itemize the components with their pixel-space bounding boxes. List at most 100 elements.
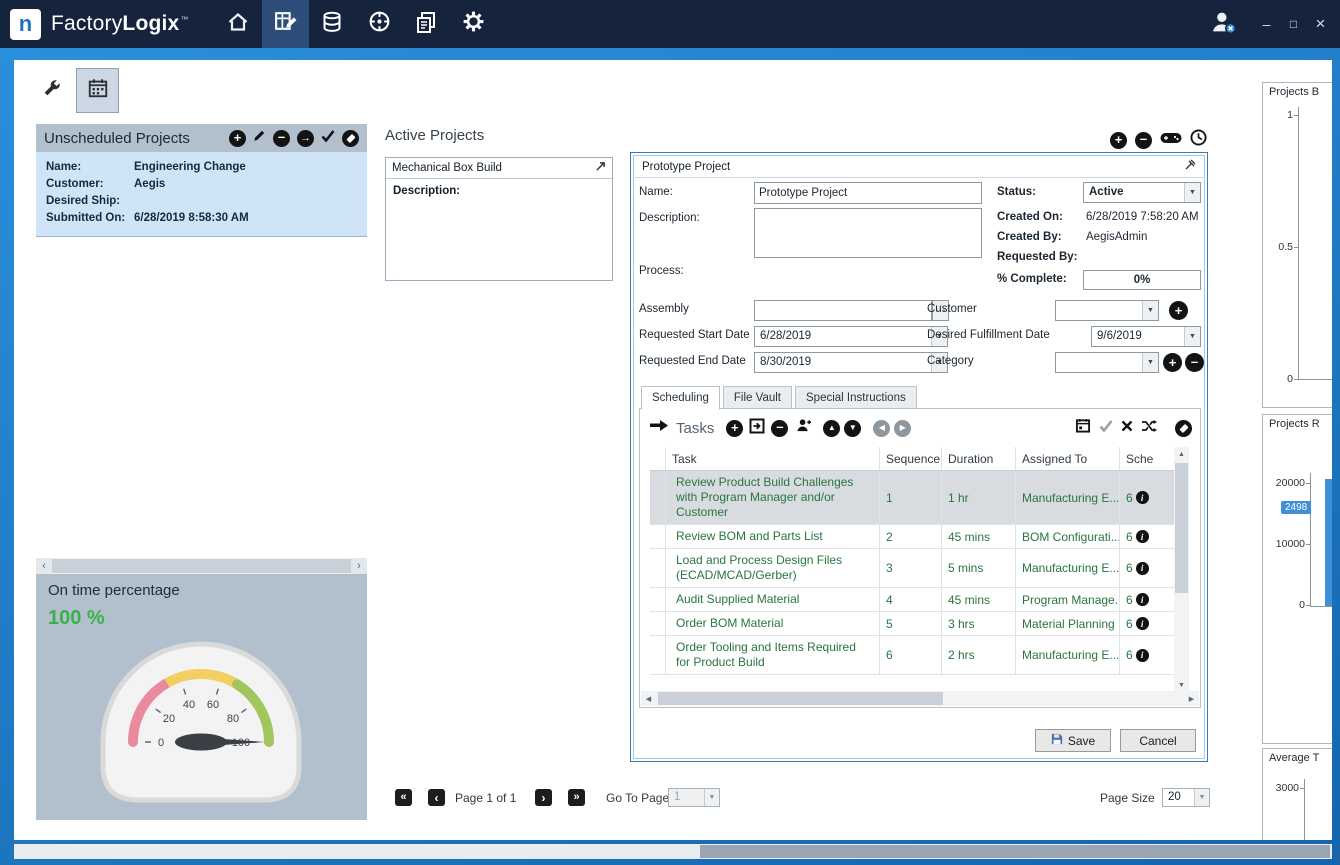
scroll-right-icon[interactable] bbox=[351, 558, 367, 574]
remove-active-project-icon[interactable] bbox=[1135, 132, 1152, 149]
chevron-down-icon[interactable] bbox=[1184, 183, 1200, 202]
schedule-task-icon[interactable] bbox=[1075, 418, 1091, 438]
tasks-horizontal-scrollbar[interactable] bbox=[641, 691, 1199, 706]
chart-bar[interactable] bbox=[1325, 479, 1332, 606]
app-horizontal-scrollbar[interactable] bbox=[14, 844, 1332, 859]
previous-page-button[interactable] bbox=[428, 789, 445, 806]
import-tasks-icon[interactable] bbox=[749, 418, 765, 439]
add-active-project-icon[interactable] bbox=[1110, 132, 1127, 149]
goto-page-input[interactable]: 1 bbox=[668, 788, 720, 807]
pin-icon[interactable] bbox=[1184, 158, 1196, 176]
info-icon[interactable] bbox=[1136, 617, 1149, 630]
next-page-button[interactable] bbox=[535, 789, 552, 806]
chevron-down-icon[interactable] bbox=[1142, 301, 1158, 320]
assembly-input[interactable] bbox=[754, 300, 932, 321]
info-icon[interactable] bbox=[1136, 649, 1149, 662]
maximize-button[interactable] bbox=[1280, 10, 1307, 38]
wizard-icon[interactable] bbox=[1160, 131, 1182, 150]
requested-start-dropdown[interactable]: 6/28/2019 bbox=[754, 326, 948, 347]
add-customer-icon[interactable] bbox=[1169, 301, 1188, 320]
column-sequence[interactable]: Sequence bbox=[880, 447, 942, 470]
first-page-button[interactable] bbox=[395, 789, 412, 806]
tab-scheduling-module[interactable] bbox=[76, 68, 119, 113]
column-scheduled[interactable]: Sche bbox=[1120, 447, 1174, 470]
remove-project-icon[interactable] bbox=[273, 130, 290, 147]
user-account-icon[interactable] bbox=[1209, 8, 1237, 41]
table-row[interactable]: Load and Process Design Files (ECAD/MCAD… bbox=[650, 549, 1174, 588]
table-row[interactable]: Review BOM and Parts List245 minsBOM Con… bbox=[650, 525, 1174, 549]
scroll-left-icon[interactable] bbox=[641, 691, 656, 706]
nav-home[interactable] bbox=[215, 0, 262, 48]
project-card[interactable]: Mechanical Box Build Description: bbox=[385, 157, 613, 281]
outdent-task-icon[interactable] bbox=[873, 420, 890, 437]
tab-setup[interactable] bbox=[30, 68, 73, 113]
info-icon[interactable] bbox=[1136, 593, 1149, 606]
scrollbar-thumb[interactable] bbox=[1175, 463, 1188, 593]
nav-documents[interactable] bbox=[403, 0, 450, 48]
move-task-down-icon[interactable] bbox=[844, 420, 861, 437]
add-category-icon[interactable] bbox=[1163, 353, 1182, 372]
close-button[interactable] bbox=[1307, 10, 1334, 38]
column-duration[interactable]: Duration bbox=[942, 447, 1016, 470]
table-row[interactable]: Order Tooling and Items Required for Pro… bbox=[650, 636, 1174, 675]
tab-special-instructions[interactable]: Special Instructions bbox=[795, 386, 917, 409]
fulfillment-date-dropdown[interactable]: 9/6/2019 bbox=[1091, 326, 1201, 347]
assign-user-icon[interactable] bbox=[796, 418, 811, 438]
chevron-down-icon[interactable] bbox=[1194, 789, 1209, 806]
nav-production[interactable] bbox=[356, 0, 403, 48]
category-dropdown[interactable] bbox=[1055, 352, 1159, 373]
info-icon[interactable] bbox=[1136, 491, 1149, 504]
nav-material[interactable] bbox=[309, 0, 356, 48]
tab-file-vault[interactable]: File Vault bbox=[723, 386, 792, 409]
accept-icon[interactable] bbox=[321, 129, 335, 147]
edit-project-icon[interactable] bbox=[253, 129, 266, 147]
add-project-icon[interactable] bbox=[229, 130, 246, 147]
tab-scheduling[interactable]: Scheduling bbox=[641, 386, 720, 410]
move-task-up-icon[interactable] bbox=[823, 420, 840, 437]
scroll-up-icon[interactable] bbox=[1174, 447, 1189, 462]
scroll-left-icon[interactable] bbox=[36, 558, 52, 574]
column-task[interactable]: Task bbox=[666, 447, 880, 470]
remove-task-icon[interactable] bbox=[771, 420, 788, 437]
scrollbar-thumb[interactable] bbox=[700, 845, 1330, 858]
chevron-down-icon[interactable] bbox=[1184, 327, 1200, 346]
nav-settings[interactable] bbox=[450, 0, 497, 48]
requested-end-dropdown[interactable]: 8/30/2019 bbox=[754, 352, 948, 373]
name-input[interactable] bbox=[754, 182, 982, 204]
column-assigned-to[interactable]: Assigned To bbox=[1016, 447, 1120, 470]
list-horizontal-scrollbar[interactable] bbox=[36, 558, 367, 574]
gauge-tick-label: 40 bbox=[183, 699, 195, 711]
table-row[interactable]: Review Product Build Challenges with Pro… bbox=[650, 471, 1174, 525]
requested-start-label: Requested Start Date bbox=[639, 329, 750, 341]
table-row[interactable]: Audit Supplied Material445 minsProgram M… bbox=[650, 588, 1174, 612]
page-size-dropdown[interactable]: 20 bbox=[1162, 788, 1210, 807]
description-input[interactable] bbox=[754, 208, 982, 258]
customer-dropdown[interactable] bbox=[1055, 300, 1159, 321]
schedule-project-icon[interactable] bbox=[297, 130, 314, 147]
nav-planning[interactable] bbox=[262, 0, 309, 48]
scroll-right-icon[interactable] bbox=[1184, 691, 1199, 706]
remove-category-icon[interactable] bbox=[1185, 353, 1204, 372]
add-task-icon[interactable] bbox=[726, 420, 743, 437]
unschedule-icon[interactable] bbox=[1121, 419, 1133, 437]
expand-icon[interactable] bbox=[595, 159, 606, 177]
status-dropdown[interactable]: Active bbox=[1083, 182, 1201, 203]
confirm-icon[interactable] bbox=[1099, 419, 1113, 437]
indent-task-icon[interactable] bbox=[894, 420, 911, 437]
history-clock-icon[interactable] bbox=[1190, 129, 1207, 151]
clear-icon[interactable] bbox=[342, 130, 359, 147]
clear-schedule-icon[interactable] bbox=[1175, 420, 1192, 437]
info-icon[interactable] bbox=[1136, 530, 1149, 543]
table-row[interactable]: Order BOM Material53 hrsMaterial Plannin… bbox=[650, 612, 1174, 636]
cancel-button[interactable]: Cancel bbox=[1120, 729, 1196, 752]
tasks-vertical-scrollbar[interactable] bbox=[1174, 447, 1189, 693]
info-icon[interactable] bbox=[1136, 562, 1149, 575]
auto-schedule-icon[interactable] bbox=[1141, 419, 1157, 438]
list-item[interactable]: Name:Engineering Change Customer:Aegis D… bbox=[36, 152, 367, 237]
minimize-button[interactable] bbox=[1253, 10, 1280, 38]
scrollbar-thumb[interactable] bbox=[52, 559, 351, 573]
scrollbar-thumb[interactable] bbox=[658, 692, 943, 705]
chevron-down-icon[interactable] bbox=[1142, 353, 1158, 372]
last-page-button[interactable] bbox=[568, 789, 585, 806]
save-button[interactable]: Save bbox=[1035, 729, 1111, 752]
